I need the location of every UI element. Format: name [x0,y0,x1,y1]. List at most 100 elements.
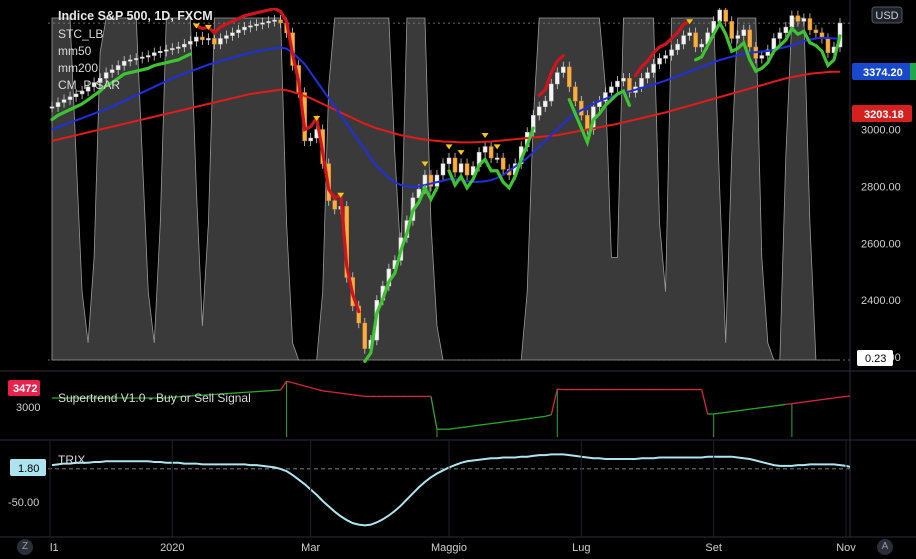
candle [458,163,464,173]
supertrend-segment [286,380,293,384]
candle [127,59,133,62]
candle [675,43,680,51]
candle [176,46,181,49]
candle [188,41,193,45]
supertrend-segment [809,399,817,402]
candle [266,21,271,24]
supertrend-segment [701,389,709,415]
candle [567,66,572,88]
supertrend-segment [503,420,510,423]
supertrend-segment [334,391,341,394]
stc-area [51,17,840,361]
candle [230,32,235,36]
supertrend-segment [346,393,353,396]
legend-mm50[interactable]: mm50 [58,44,92,58]
supertrend-segment [491,422,498,425]
supertrend-axis-label: 3000 [16,402,40,414]
time-tick-label: Lug [572,542,590,554]
candle [609,86,614,93]
currency-label: USD [875,10,898,22]
trix-label[interactable]: TRIX [58,453,85,467]
supertrend-tag-value: 3472 [13,383,37,395]
candle [687,32,692,36]
candle [248,25,253,28]
candle [777,32,783,39]
supertrend-segment [803,400,811,403]
candle [133,58,139,61]
supertrend-segment [352,394,359,397]
supertrend-segment [719,411,726,414]
supertrend-segment [797,401,804,404]
price-tick-label: 2400.00 [861,295,901,307]
candle [585,115,590,130]
chart-canvas[interactable]: 3000.002800.002600.002400.002200.00 l120… [0,0,916,559]
candle [115,65,121,71]
time-tick-label: Nov [836,542,856,554]
supertrend-segment [533,416,540,419]
supertrend-segment [791,402,798,405]
candle [488,146,494,159]
supertrend-segment [497,421,504,424]
candle [639,78,644,88]
main-pane [48,8,850,363]
supertrend-segment [821,398,829,401]
candle [807,18,813,31]
candle [573,86,578,102]
candle [561,66,566,73]
candle [549,83,554,102]
legend-psar[interactable]: CM_P-SAR [58,78,120,92]
candle [73,93,79,98]
supertrend-segment [545,414,552,418]
supertrend-segment [478,423,486,426]
candle [362,322,368,349]
candle [615,80,620,88]
supertrend-segment [322,390,329,393]
candle [212,38,217,45]
auto-scale-button[interactable]: A [877,539,893,555]
candle [579,100,584,116]
supertrend-segment [737,409,744,412]
time-tick-label: Set [705,542,722,554]
candle [145,55,151,58]
supertrend-segment [328,390,335,394]
candle [440,163,446,176]
candle [741,29,747,36]
supertrend-segment [509,419,516,422]
supertrend-segment [454,426,462,430]
supertrend-segment [358,394,365,398]
supertrend-segment [485,422,492,426]
candle [747,29,753,48]
candle [272,19,277,22]
candle [254,23,259,26]
price-tick-label: 3000.00 [861,125,901,137]
candle [182,43,187,48]
candle [681,35,686,45]
candle [663,55,668,59]
candle [206,38,211,41]
supertrend-segment [749,407,756,410]
supertrend-segment [815,398,823,402]
supertrend-segment [743,408,750,411]
legend-mm200[interactable]: mm200 [58,61,98,75]
supertrend-segment [521,418,528,421]
candle [759,55,765,59]
candle [158,51,163,54]
supertrend-segment [298,383,305,387]
supertrend-label[interactable]: Supertrend V1.0 - Buy or Sell Signal [58,391,251,405]
timezone-button[interactable]: Z [17,539,33,555]
supertrend-segment [725,410,732,414]
trix-pane [48,453,850,527]
legend-stc[interactable]: STC_LB [58,27,103,41]
chart-title: Indice S&P 500, 1D, FXCM [58,9,213,23]
last-price-tag-edge [910,63,916,80]
candle [789,15,795,28]
candle [801,18,807,22]
time-tick-label: 2020 [160,542,184,554]
supertrend-segment [316,388,323,392]
candle [464,163,470,176]
trix-axis-label: -50.00 [8,497,39,509]
candle [434,174,440,187]
trix-tag-value: 1.80 [18,463,39,475]
supertrend-segment [731,410,738,413]
supertrend-segment [767,405,774,408]
